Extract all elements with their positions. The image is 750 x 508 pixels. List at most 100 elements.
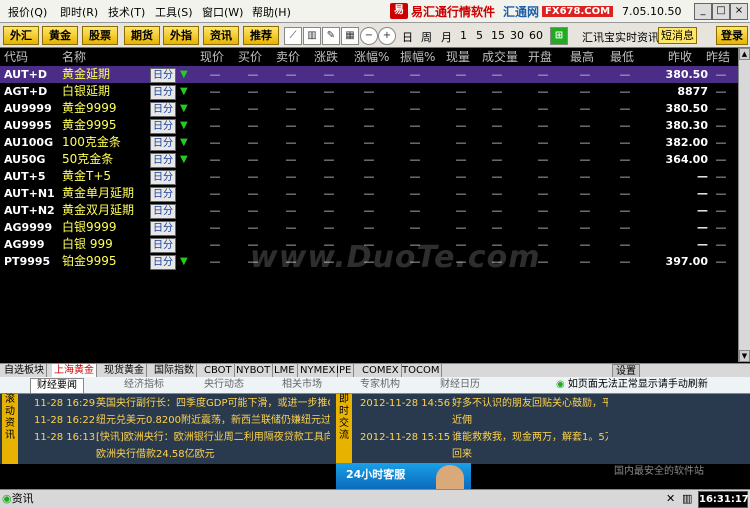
foreign-index-button[interactable]: 外指 [163,26,199,45]
minimize-button[interactable]: _ [694,3,712,20]
table-row[interactable]: AUT+N1 黄金单月延期 日分 — — — — — — — — — — — — — [0,185,738,202]
ad-banner[interactable]: 24小时客服 [336,463,471,491]
day-min-badge[interactable]: 日分 [150,136,176,151]
day-min-badge[interactable]: 日分 [150,187,176,202]
refresh-notice[interactable]: ◉ 如页面无法正常显示请手动刷新 [556,378,708,392]
maximize-button[interactable]: □ [712,3,730,20]
scroll-news-label[interactable]: 滚动资讯 [2,394,18,464]
news-tab[interactable]: 相关市场 [282,378,322,392]
day-min-badge[interactable]: 日分 [150,68,176,83]
col-prev-settle[interactable]: 昨结 [706,48,730,65]
news-tab[interactable]: 财经要闻 [30,378,84,394]
news-item[interactable]: 11-28 16:13[快讯]欧洲央行：欧洲银行业周二利用隔夜贷款工具向 [34,430,330,446]
gold-button[interactable]: 黄金 [42,26,78,45]
period-15min[interactable]: 15 [491,29,505,42]
market-tab[interactable]: COMEX [360,364,402,378]
market-tab[interactable]: 现货黄金 [102,364,147,378]
day-min-badge[interactable]: 日分 [150,221,176,236]
market-tab[interactable]: 国际指数 [152,364,197,378]
period-30min[interactable]: 30 [510,29,524,42]
table-row[interactable]: AU50G 50克金条 日分 ▼ — — — — — — — — — — — 364.00 — [0,151,738,168]
day-min-badge[interactable]: 日分 [150,170,176,185]
table-row[interactable]: AU9995 黄金9995 日分 ▼ — — — — — — — — — — — 380.30 — [0,117,738,134]
day-min-badge[interactable]: 日分 [150,85,176,100]
period-5min[interactable]: 5 [476,29,483,42]
day-min-badge[interactable]: 日分 [150,102,176,117]
col-name[interactable]: 名称 [62,48,86,65]
period-60min[interactable]: 60 [529,29,543,42]
news-item[interactable]: 近佣 [360,413,608,429]
day-min-badge[interactable]: 日分 [150,153,176,168]
market-tab[interactable]: LME [272,364,298,378]
news-button[interactable]: 资讯 [203,26,239,45]
news-tab[interactable]: 专家机构 [360,378,400,392]
info-service-label[interactable]: 汇讯宝实时资讯 [582,29,659,45]
menu-quote[interactable]: 报价(Q) [8,4,47,20]
table-row[interactable]: AUT+N2 黄金双月延期 日分 — — — — — — — — — — — — — [0,202,738,219]
recommend-button[interactable]: 推荐 [243,26,279,45]
news-tab[interactable]: 财经日历 [440,378,480,392]
news-item[interactable]: 欧洲央行借款24.58亿欧元 [34,447,330,463]
period-month[interactable]: 月 [441,29,452,45]
news-item[interactable]: 11-28 16:29英国央行副行长：四季度GDP可能下滑，或进一步推QE [34,396,330,412]
table-row[interactable]: AUT+D 黄金延期 日分 ▼ — — — — — — — — — — — 380.50 — [0,66,738,83]
news-item[interactable]: 2012-11-28 14:56 好多不认识的朋友回贴关心鼓励，平台 [360,396,608,412]
market-tab[interactable]: 自选板块 [2,364,47,378]
tools-icon[interactable]: ✕ [666,492,675,505]
day-min-badge[interactable]: 日分 [150,204,176,219]
scroll-down-icon[interactable]: ▼ [739,350,750,362]
period-week[interactable]: 周 [421,29,432,45]
news-tab[interactable]: 经济指标 [124,378,164,392]
menu-help[interactable]: 帮助(H) [252,4,291,20]
grid-icon[interactable]: ▦ [341,27,359,45]
login-button[interactable]: 登录 [716,26,748,45]
col-volume[interactable]: 成交量 [482,48,518,65]
table-row[interactable]: AGT+D 白银延期 日分 ▼ — — — — — — — — — — — 8877 — [0,83,738,100]
market-tab[interactable]: IPE [334,364,355,378]
pencil-icon[interactable]: ✎ [322,27,340,45]
news-tab[interactable]: 央行动态 [204,378,244,392]
col-low[interactable]: 最低 [610,48,634,65]
period-1min[interactable]: 1 [460,29,467,42]
col-change-pct[interactable]: 涨幅% [354,48,389,65]
day-min-badge[interactable]: 日分 [150,119,176,134]
chat-label[interactable]: 即时交流 [336,394,352,464]
market-tab[interactable]: CBOT [202,364,235,378]
zoom-out-icon[interactable]: − [360,27,378,45]
col-cur-vol[interactable]: 现量 [446,48,470,65]
market-tab[interactable]: TOCOM [400,364,443,378]
app-icon[interactable]: ⊞ [550,27,568,45]
col-bid[interactable]: 买价 [238,48,262,65]
col-code[interactable]: 代码 [4,48,28,65]
news-item[interactable]: 回来 [360,447,608,463]
zoom-in-icon[interactable]: + [378,27,396,45]
day-min-badge[interactable]: 日分 [150,255,176,270]
status-info-button[interactable]: ◉资讯 [2,491,34,507]
table-row[interactable]: AUT+5 黄金T+5 日分 — — — — — — — — — — — — — [0,168,738,185]
vertical-scrollbar[interactable]: ▲ ▼ [738,48,750,362]
scroll-up-icon[interactable]: ▲ [739,48,750,60]
col-open[interactable]: 开盘 [528,48,552,65]
market-tab[interactable]: NYMEX [298,364,339,378]
menu-technical[interactable]: 技术(T) [108,4,145,20]
stock-button[interactable]: 股票 [82,26,118,45]
menu-tools[interactable]: 工具(S) [155,4,193,20]
menu-window[interactable]: 窗口(W) [202,4,243,20]
forex-button[interactable]: 外汇 [3,26,39,45]
news-item[interactable]: 2012-11-28 15:15 谁能救救我，现金两万，解套1。5万美 [360,430,608,446]
col-high[interactable]: 最高 [570,48,594,65]
market-tab[interactable]: 上海黄金 [52,364,97,378]
col-ask[interactable]: 卖价 [276,48,300,65]
table-row[interactable]: AU100G 100克金条 日分 ▼ — — — — — — — — — — — 382.00 — [0,134,738,151]
table-row[interactable]: AU9999 黄金9999 日分 ▼ — — — — — — — — — — — 380.50 — [0,100,738,117]
futures-button[interactable]: 期货 [124,26,160,45]
network-icon[interactable]: ▥ [682,492,692,505]
news-item[interactable]: 11-28 16:22纽元兑美元0.8200附近震荡，新西兰联储仍嫌纽元过高 [34,413,330,429]
market-tab[interactable]: NYBOT [234,364,274,378]
line-chart-icon[interactable]: ⟋ [284,27,302,45]
col-amplitude[interactable]: 振幅% [400,48,435,65]
close-button[interactable]: × [730,3,748,20]
table-row[interactable]: AG9999 白银9999 日分 — — — — — — — — — — — — — [0,219,738,236]
col-price[interactable]: 现价 [200,48,224,65]
bar-chart-icon[interactable]: ▥ [303,27,321,45]
